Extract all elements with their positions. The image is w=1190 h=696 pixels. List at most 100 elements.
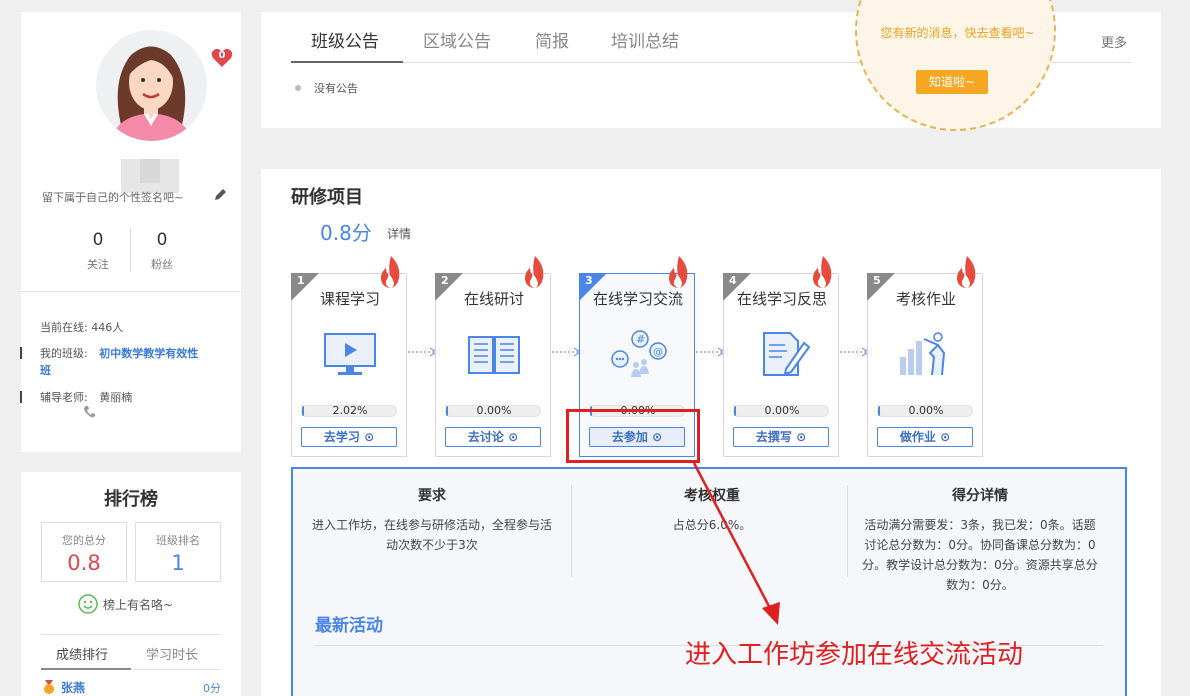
- project-score: 0.8分: [320, 221, 372, 245]
- progress-text: 2.02%: [332, 404, 368, 417]
- fans-label: 粉丝: [151, 258, 173, 271]
- project-title: 研修项目: [291, 187, 363, 208]
- button-label: 去学习: [323, 430, 360, 444]
- class-label: 我的班级:: [40, 347, 88, 360]
- step-title: 课程学习: [319, 290, 380, 308]
- tutor-name: 黄丽楠: [99, 391, 133, 404]
- online-info: 当前在线: 446人: [40, 319, 123, 335]
- step-assignment[interactable]: 5 考核作业 0.00% 做作业 ⊙: [867, 256, 983, 457]
- online-label: 当前在线:: [40, 321, 88, 334]
- flow-arrow-icon: [696, 347, 725, 357]
- tab-divider: [41, 634, 221, 635]
- tutor-marker: [20, 391, 22, 403]
- tab-briefing[interactable]: 简报: [535, 27, 569, 52]
- step-title: 考核作业: [895, 290, 956, 308]
- button-label: 去撰写: [755, 430, 792, 444]
- go-write-button[interactable]: 去撰写 ⊙: [733, 427, 829, 447]
- class-link[interactable]: 初中数学教学有效性: [99, 347, 198, 360]
- tab-region-notice[interactable]: 区域公告: [423, 27, 491, 52]
- tab-active-underline: [41, 668, 131, 670]
- step-course-learning[interactable]: 1 课程学习 2.02% 去学习 ⊙: [291, 256, 407, 457]
- svg-text:@: @: [653, 347, 663, 358]
- ranking-title: 排行榜: [104, 489, 158, 510]
- project-card: 研修项目 0.8分 详情 1 课程学习 2.02% 去学习 ⊙ 2 在线研讨 0…: [261, 169, 1161, 696]
- flow-arrow-icon: [840, 347, 869, 357]
- arrow-circle-icon: ⊙: [364, 430, 375, 444]
- profile-card: 0 留下属于自己的个性签名吧~ 0 关注 0 粉丝 当前在线: 446人 我的班…: [20, 12, 241, 452]
- open-book-icon: [468, 336, 520, 374]
- button-label: 做作业: [899, 430, 936, 444]
- class-rank-value: 1: [171, 551, 185, 575]
- progress-bar: 0.00%: [445, 405, 541, 417]
- chat-bubbles-icon: #@: [611, 330, 667, 377]
- tutor-label: 辅导老师:: [40, 391, 88, 404]
- do-homework-button[interactable]: 做作业 ⊙: [877, 427, 973, 447]
- medal-icon: [44, 680, 54, 694]
- step-title: 在线学习交流: [592, 290, 683, 308]
- svg-text:#: #: [636, 333, 645, 346]
- flow-arrow-icon: [408, 347, 437, 357]
- step-title: 在线研讨: [463, 290, 524, 308]
- step-number: 2: [441, 274, 449, 287]
- class-link-cont[interactable]: 班: [40, 364, 51, 377]
- hot-flame-icon: [525, 256, 544, 288]
- score-detail-title: 得分详情: [952, 488, 1008, 504]
- tab-class-notice[interactable]: 班级公告: [311, 27, 379, 52]
- button-label: 去讨论: [467, 430, 504, 444]
- user-name-blurred: [121, 159, 179, 193]
- class-info: 我的班级: 初中数学教学有效性 班: [20, 345, 230, 379]
- requirement-column: 要求 进入工作坊，在线参与研修活动，全程参与活动次数不少于3次: [309, 485, 555, 555]
- project-detail-link[interactable]: 详情: [387, 225, 411, 242]
- message-heart-icon[interactable]: 0: [211, 48, 233, 70]
- total-score-value: 0.8: [67, 551, 101, 575]
- hot-flame-icon: [813, 256, 832, 288]
- fans-count: 0: [156, 230, 168, 250]
- online-value: 446人: [91, 321, 124, 334]
- smile-icon: [78, 594, 98, 614]
- go-discuss-button[interactable]: 去讨论 ⊙: [445, 427, 541, 447]
- phone-icon[interactable]: [83, 404, 97, 418]
- step-online-reflection[interactable]: 4 在线学习反思 0.00% 去撰写 ⊙: [723, 256, 839, 457]
- flow-arrow-icon: [552, 347, 581, 357]
- score-detail-text: 活动满分需要发：3条，我已发：0条。话题讨论总分数为：0分。协同备课总分数为：0…: [862, 518, 1098, 592]
- go-learn-button[interactable]: 去学习 ⊙: [301, 427, 397, 447]
- hot-flame-icon: [669, 256, 688, 288]
- avatar[interactable]: [96, 30, 207, 141]
- ranking-row-name: 张燕: [61, 681, 86, 695]
- class-marker: [20, 347, 22, 359]
- weight-text: 占总分6.0%。: [672, 518, 752, 532]
- ranking-card: 排行榜 您的总分 0.8 班级排名 1 榜上有名咯~ 成绩排行 学习时长 张燕 …: [21, 472, 241, 696]
- arrow-circle-icon: ⊙: [508, 430, 519, 444]
- weight-title: 考核权重: [684, 488, 740, 504]
- monitor-play-icon: [324, 333, 376, 375]
- document-pencil-icon: [763, 332, 811, 376]
- tab-score-ranking[interactable]: 成绩排行: [56, 644, 108, 663]
- step-number: 4: [729, 274, 737, 287]
- hot-flame-icon: [381, 256, 400, 288]
- step-online-discussion[interactable]: 2 在线研讨 0.00% 去讨论 ⊙: [435, 256, 551, 457]
- arrow-circle-icon: ⊙: [796, 430, 807, 444]
- rank-notice: 榜上有名咯~: [103, 598, 174, 612]
- column-divider: [571, 485, 572, 577]
- tutor-info: 辅导老师: 黄丽楠: [20, 389, 133, 405]
- step-title: 在线学习反思: [736, 290, 827, 308]
- class-rank-box: 班级排名 1: [135, 522, 221, 582]
- bubble-text: 您有新的消息，快去查看吧~: [880, 26, 1035, 40]
- progress-text: 0.00%: [908, 404, 944, 417]
- column-divider: [847, 485, 848, 577]
- tab-training-summary[interactable]: 培训总结: [611, 27, 679, 52]
- edit-pencil-icon[interactable]: [212, 187, 228, 203]
- annotation-text: 进入工作坊参加在线交流活动: [685, 640, 1024, 670]
- class-rank-label: 班级排名: [156, 534, 200, 547]
- more-link[interactable]: 更多: [1101, 32, 1127, 51]
- tab-study-time[interactable]: 学习时长: [146, 644, 198, 663]
- ranking-row-score: 0分: [203, 682, 221, 695]
- fans-stat[interactable]: 0 粉丝: [122, 230, 202, 272]
- got-it-button[interactable]: 知道啦~: [916, 70, 988, 94]
- total-score-box: 您的总分 0.8: [41, 522, 127, 582]
- step-number: 1: [297, 274, 305, 287]
- presenter-chart-icon: [900, 332, 946, 376]
- progress-text: 0.00%: [764, 404, 800, 417]
- progress-bar: 2.02%: [301, 405, 397, 417]
- latest-activity-title: 最新活动: [315, 616, 383, 636]
